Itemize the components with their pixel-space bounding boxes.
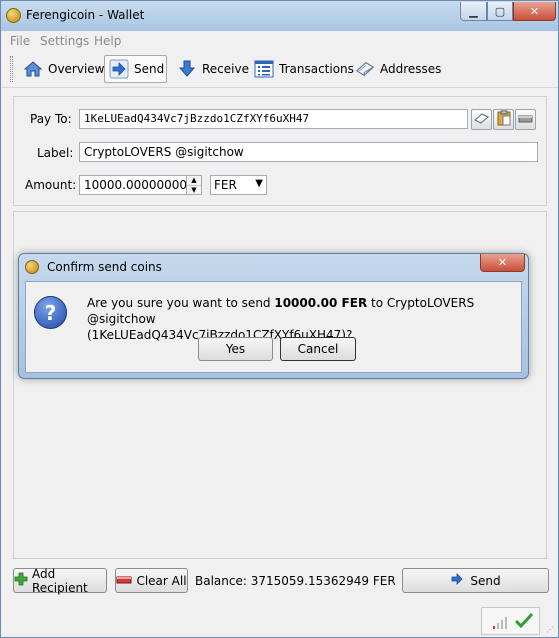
confirm-send-dialog: Confirm send coins ✕ ? Are you sure you …	[18, 253, 529, 379]
address-book-small-icon	[474, 112, 489, 128]
balance-label: Balance: 3715059.15362949 FER	[195, 574, 396, 588]
tab-receive[interactable]: Receive	[173, 55, 253, 83]
receive-arrow-icon	[177, 59, 197, 79]
tab-overview[interactable]: Overview	[19, 55, 109, 83]
dropdown-arrow-icon: ▼	[255, 178, 263, 189]
close-button[interactable]: ✕	[513, 2, 556, 21]
eraser-icon	[518, 113, 533, 127]
title-bar: Ferengicoin - Wallet ▁ ▢ ✕	[1, 1, 558, 31]
address-book-button[interactable]	[471, 109, 492, 130]
dialog-close-button[interactable]: ✕	[480, 254, 525, 272]
maximize-button[interactable]: ▢	[487, 2, 513, 21]
spin-up-icon[interactable]: ▲	[187, 176, 201, 186]
tab-transactions-label: Transactions	[279, 62, 354, 76]
label-label: Label:	[37, 146, 74, 160]
menu-bar: File Settings Help	[1, 31, 558, 52]
yes-button[interactable]: Yes	[198, 337, 273, 361]
clipboard-icon	[497, 110, 511, 129]
dialog-message-prefix: Are you sure you want to send	[87, 296, 275, 310]
menu-help[interactable]: Help	[94, 34, 121, 48]
eraser-red-icon	[116, 574, 132, 588]
dialog-amount: 10000.00 FER	[274, 296, 368, 310]
send-arrow-icon	[109, 59, 129, 79]
question-icon: ?	[34, 296, 67, 329]
label-input[interactable]: CryptoLOVERS @sigitchow	[79, 142, 538, 162]
add-recipient-button[interactable]: Add Recipient	[13, 566, 107, 595]
unit-select[interactable]: FER ▼	[210, 175, 267, 195]
address-book-icon	[355, 59, 375, 79]
clear-all-button[interactable]: Clear All	[115, 568, 188, 593]
dialog-title: Confirm send coins	[47, 260, 162, 274]
tab-addresses-label: Addresses	[380, 62, 442, 76]
send-button[interactable]: Send	[402, 568, 549, 593]
cancel-button[interactable]: Cancel	[280, 337, 356, 361]
list-icon	[254, 59, 274, 79]
send-entry-panel: Pay To: 1KeLUEadQ434Vc7jBzzdo1CZfXYf6uXH…	[13, 96, 547, 206]
toolbar-handle[interactable]	[10, 56, 13, 82]
send-button-label: Send	[470, 573, 501, 588]
connection-bars-icon	[492, 616, 510, 633]
pay-to-label: Pay To:	[30, 112, 72, 126]
paste-button[interactable]	[493, 109, 514, 130]
add-recipient-label: Add Recipient	[32, 566, 88, 595]
status-indicators	[481, 607, 540, 635]
tab-addresses[interactable]: Addresses	[351, 55, 445, 83]
remove-recipient-button[interactable]	[515, 109, 536, 130]
app-coin-icon	[6, 8, 21, 23]
pay-to-input[interactable]: 1KeLUEadQ434Vc7jBzzdo1CZfXYf6uXH47	[79, 109, 468, 129]
unit-select-value: FER	[214, 178, 237, 192]
dialog-coin-icon	[25, 260, 39, 274]
plus-icon	[14, 572, 28, 589]
home-icon	[23, 59, 43, 79]
tab-send[interactable]: Send	[104, 55, 167, 83]
amount-input[interactable]: 10000.00000000	[79, 175, 187, 195]
send-small-icon	[450, 572, 464, 589]
menu-settings[interactable]: Settings	[40, 34, 89, 48]
tab-transactions[interactable]: Transactions	[250, 55, 358, 83]
size-grip-icon[interactable]: ⋰	[546, 625, 554, 634]
status-bar: ⋰	[1, 605, 558, 637]
minimize-button[interactable]: ▁	[460, 2, 487, 21]
toolbar: Overview Send Receive Transactions Addre	[1, 52, 558, 88]
tab-receive-label: Receive	[202, 62, 249, 76]
menu-file[interactable]: File	[10, 34, 30, 48]
amount-label: Amount:	[25, 178, 77, 192]
sync-check-icon	[514, 612, 534, 633]
dialog-message: Are you sure you want to send 10000.00 F…	[87, 295, 517, 343]
spin-down-icon[interactable]: ▼	[187, 186, 201, 195]
tab-overview-label: Overview	[48, 62, 105, 76]
window-title: Ferengicoin - Wallet	[26, 8, 145, 22]
amount-spinner[interactable]: ▲ ▼	[186, 175, 202, 195]
clear-all-label: Clear All	[136, 573, 187, 588]
tab-send-label: Send	[134, 62, 165, 76]
dialog-body: ? Are you sure you want to send 10000.00…	[25, 281, 522, 373]
